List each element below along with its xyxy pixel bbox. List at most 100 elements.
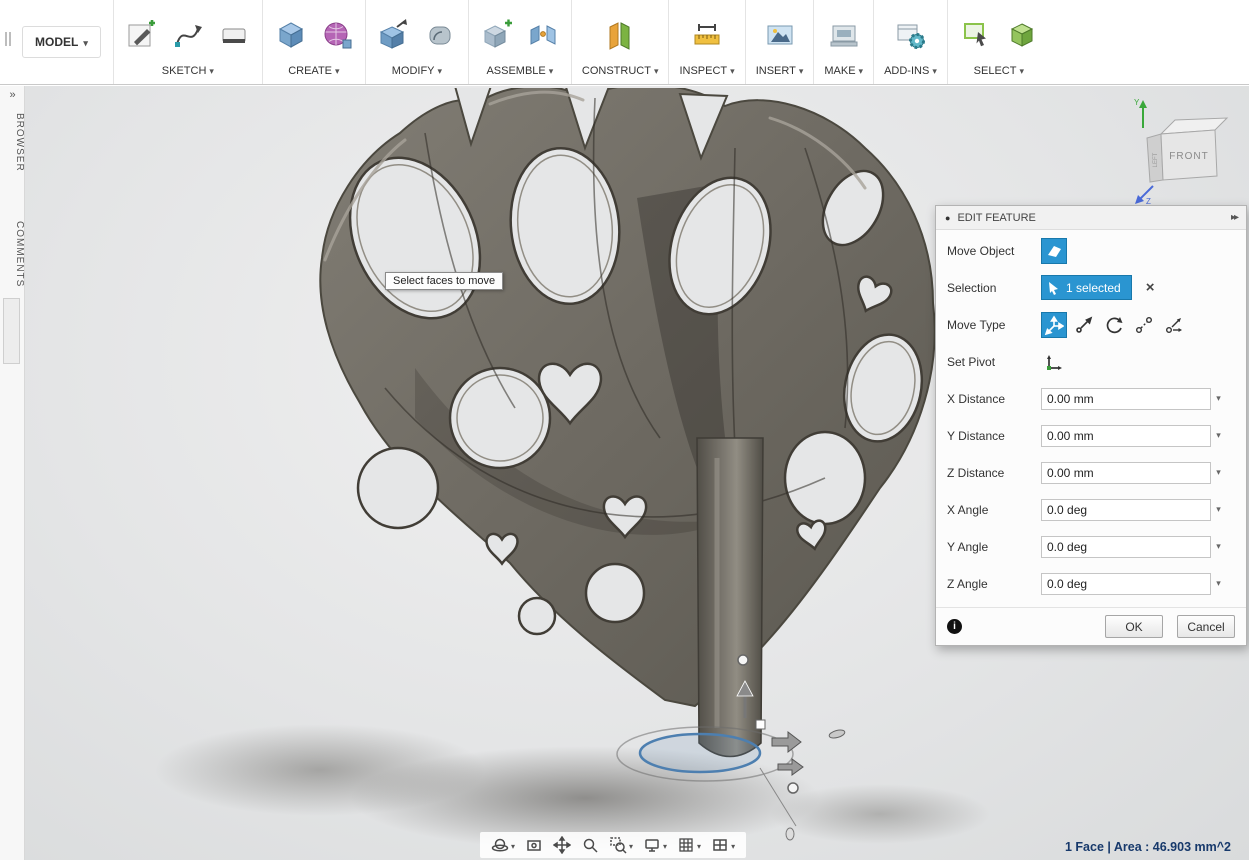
chevron-down-icon [697, 836, 701, 854]
menu-inspect[interactable]: INSPECT [679, 65, 734, 77]
select-window-icon[interactable] [958, 16, 994, 54]
y-angle-row: Y Angle [936, 528, 1246, 565]
move-type-row: Move Type [936, 306, 1246, 343]
chevron-down-icon [654, 65, 659, 77]
chevron-down-icon [932, 65, 937, 77]
chevron-down-icon [731, 836, 735, 854]
x-distance-input[interactable] [1041, 388, 1211, 410]
ok-button[interactable]: OK [1105, 615, 1163, 638]
panel-grip[interactable] [0, 0, 16, 84]
insert-image-icon[interactable] [762, 16, 798, 54]
z-angle-input[interactable] [1041, 573, 1211, 595]
menu-create[interactable]: CREATE [273, 65, 355, 77]
toolbar-group-insert: INSERT [745, 0, 814, 84]
dialog-header[interactable]: EDIT FEATURE [936, 206, 1246, 230]
clear-selection-icon[interactable] [1146, 280, 1155, 295]
spinner-caret-icon[interactable] [1211, 467, 1226, 478]
toolbar-group-inspect: INSPECT [668, 0, 744, 84]
selection-status: 1 Face | Area : 46.903 mm^2 [1065, 840, 1231, 854]
menu-make[interactable]: MAKE [824, 65, 863, 77]
view-cube[interactable]: FRONT LEFT Y Z [1123, 90, 1243, 208]
spinner-caret-icon[interactable] [1211, 578, 1226, 589]
chevron-down-icon [335, 65, 340, 77]
move-object-faces-button[interactable] [1041, 238, 1067, 264]
workspace-label: MODEL [35, 35, 78, 49]
selection-button[interactable]: 1 selected [1041, 275, 1132, 300]
new-body-icon[interactable] [273, 16, 309, 54]
3d-viewport[interactable]: FRONT LEFT Y Z Select faces to move EDIT… [25, 86, 1249, 860]
menu-assemble[interactable]: ASSEMBLE [479, 65, 561, 77]
cancel-button[interactable]: Cancel [1177, 615, 1235, 638]
viewports-icon[interactable] [708, 834, 738, 856]
workspace-switcher[interactable]: MODEL [22, 26, 101, 58]
info-icon[interactable] [947, 619, 962, 634]
move-free-icon[interactable] [1041, 312, 1067, 338]
set-pivot-button[interactable] [1041, 349, 1067, 375]
menu-construct[interactable]: CONSTRUCT [582, 65, 659, 77]
top-toolbar: MODEL SKETCH [0, 0, 1249, 85]
edit-feature-dialog: EDIT FEATURE Move Object Selection [935, 205, 1247, 646]
create-form-icon[interactable] [319, 16, 355, 54]
chevron-down-icon [799, 65, 804, 77]
menu-select[interactable]: SELECT [958, 65, 1040, 77]
move-object-row: Move Object [936, 232, 1246, 269]
menu-addins[interactable]: ADD-INS [884, 65, 937, 77]
toolbar-group-construct: CONSTRUCT [571, 0, 669, 84]
menu-insert[interactable]: INSERT [756, 65, 804, 77]
chevron-down-icon [549, 65, 554, 77]
orbit-icon[interactable] [488, 834, 518, 856]
measure-icon[interactable] [689, 16, 725, 54]
spinner-caret-icon[interactable] [1211, 430, 1226, 441]
zoom-icon[interactable] [578, 834, 602, 856]
viewcube-left-label: LEFT [1153, 152, 1159, 167]
construction-plane-icon[interactable] [602, 16, 638, 54]
display-settings-icon[interactable] [640, 834, 670, 856]
collapsed-panel-handle[interactable] [3, 298, 20, 364]
y-angle-input[interactable] [1041, 536, 1211, 558]
comments-tab[interactable]: COMMENTS [0, 212, 25, 296]
toolbar-group-make: MAKE [813, 0, 873, 84]
3d-print-icon[interactable] [826, 16, 862, 54]
browser-tab[interactable]: BROWSER [0, 102, 25, 182]
create-sketch-icon[interactable] [124, 16, 160, 54]
select-box-icon[interactable] [1004, 16, 1040, 54]
chevron-down-icon [438, 65, 443, 77]
chevron-down-icon [511, 836, 515, 854]
press-pull-icon[interactable] [376, 16, 412, 54]
move-rotate-icon[interactable] [1101, 312, 1127, 338]
axis-y-label: Y [1134, 98, 1140, 107]
fillet-icon[interactable] [422, 16, 458, 54]
spinner-caret-icon[interactable] [1211, 541, 1226, 552]
menu-modify[interactable]: MODIFY [376, 65, 458, 77]
expand-dialog-icon[interactable] [1231, 212, 1237, 223]
sketch-plane-icon[interactable] [216, 16, 252, 54]
spline-icon[interactable] [170, 16, 206, 54]
navigation-toolbar [480, 832, 746, 858]
cursor-icon [1048, 281, 1060, 295]
z-distance-input[interactable] [1041, 462, 1211, 484]
move-translate-icon[interactable] [1071, 312, 1097, 338]
spinner-caret-icon[interactable] [1211, 504, 1226, 515]
toolbar-group-addins: ADD-INS [873, 0, 947, 84]
chevron-double-right-icon[interactable] [0, 89, 25, 101]
joint-icon[interactable] [525, 16, 561, 54]
move-manipulator[interactable] [600, 636, 880, 860]
point-to-position-icon[interactable] [1161, 312, 1187, 338]
pan-icon[interactable] [550, 834, 574, 856]
grid-snaps-icon[interactable] [674, 834, 704, 856]
chevron-down-icon [859, 65, 864, 77]
x-distance-row: X Distance [936, 380, 1246, 417]
dialog-footer: OK Cancel [936, 607, 1246, 645]
look-at-icon[interactable] [522, 834, 546, 856]
new-component-icon[interactable] [479, 16, 515, 54]
point-to-point-icon[interactable] [1131, 312, 1157, 338]
dialog-title: EDIT FEATURE [957, 212, 1035, 224]
selection-count: 1 selected [1066, 281, 1121, 295]
menu-sketch[interactable]: SKETCH [124, 65, 252, 77]
spinner-caret-icon[interactable] [1211, 393, 1226, 404]
scripts-addins-icon[interactable] [892, 16, 928, 54]
y-distance-input[interactable] [1041, 425, 1211, 447]
x-angle-input[interactable] [1041, 499, 1211, 521]
x-angle-row: X Angle [936, 491, 1246, 528]
zoom-window-icon[interactable] [606, 834, 636, 856]
